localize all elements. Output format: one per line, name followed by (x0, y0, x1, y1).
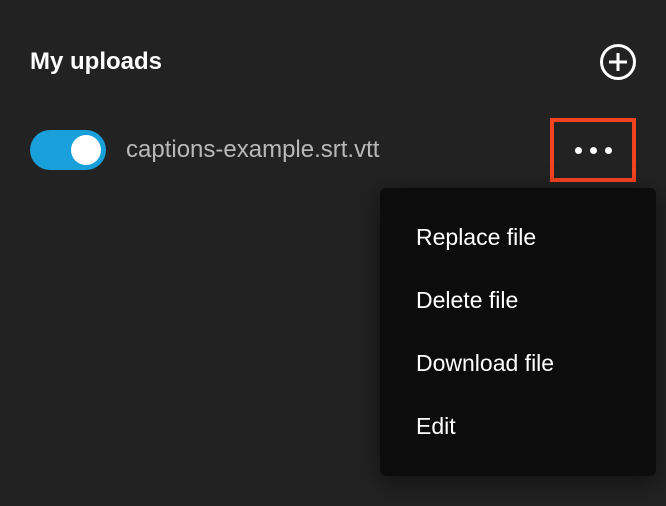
menu-item-edit[interactable]: Edit (380, 395, 656, 458)
add-upload-button[interactable] (600, 44, 636, 80)
upload-filename: captions-example.srt.vtt (126, 136, 530, 164)
upload-enable-toggle[interactable] (30, 130, 106, 170)
upload-row: captions-example.srt.vtt (0, 104, 666, 196)
uploads-header: My uploads (0, 0, 666, 104)
page-title: My uploads (30, 48, 162, 76)
menu-item-replace-file[interactable]: Replace file (380, 206, 656, 269)
upload-more-button[interactable] (550, 118, 636, 182)
more-horizontal-icon (575, 147, 612, 154)
plus-circle-icon (609, 53, 627, 71)
context-menu: Replace file Delete file Download file E… (380, 188, 656, 476)
toggle-knob (71, 135, 101, 165)
menu-item-download-file[interactable]: Download file (380, 332, 656, 395)
menu-item-delete-file[interactable]: Delete file (380, 269, 656, 332)
